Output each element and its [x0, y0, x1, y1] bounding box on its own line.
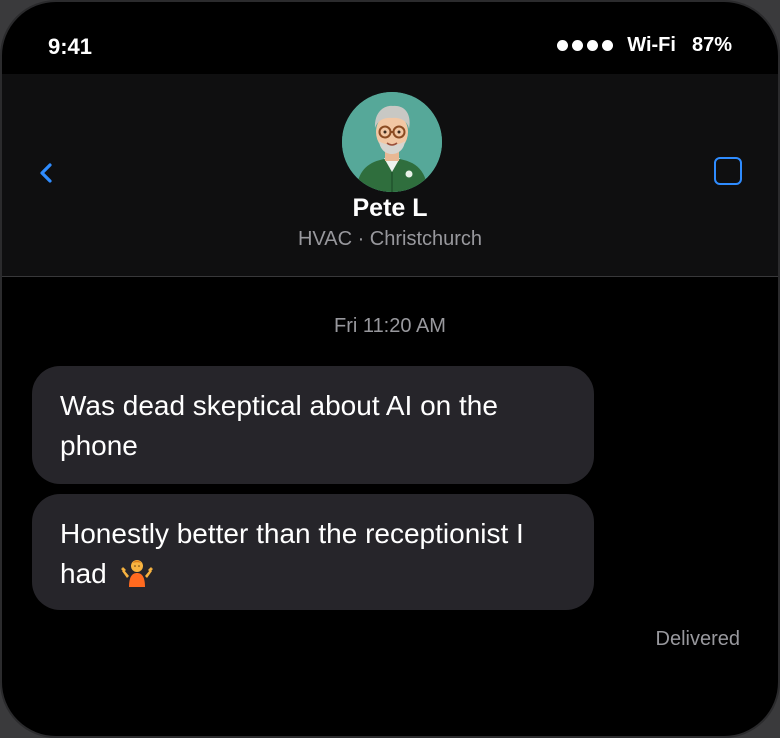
person-shrugging-icon — [120, 560, 153, 587]
contact-name: Pete L — [352, 194, 428, 222]
contact-subtitle: HVAC · Christchurch — [297, 228, 483, 250]
phone-screen: 9:41 Wi-Fi 87% Pete L HVAC · Christchurc… — [0, 0, 780, 738]
status-indicators: Wi-Fi 87% — [557, 34, 732, 57]
status-time: 9:41 — [48, 34, 93, 59]
contact-avatar-icon — [342, 92, 442, 192]
signal-strength-icon — [557, 40, 614, 51]
square-action-button[interactable] — [714, 157, 742, 185]
network-label: Wi-Fi — [627, 34, 676, 56]
message-timestamp: Fri 11:20 AM — [334, 315, 446, 337]
chevron-left-icon — [40, 163, 52, 183]
status-bar: 9:41 Wi-Fi 87% — [2, 2, 778, 74]
message-text: Was dead skeptical about AI on the phone — [60, 390, 498, 461]
delivery-status: Delivered — [655, 628, 740, 650]
message-bubble[interactable]: Honestly better than the receptionist I … — [32, 494, 594, 610]
conversation-header: Pete L HVAC · Christchurch — [2, 74, 778, 277]
avatar[interactable] — [342, 92, 442, 192]
message-bubble[interactable]: Was dead skeptical about AI on the phone — [32, 366, 594, 484]
back-button[interactable] — [34, 156, 58, 190]
battery-percentage: 87% — [691, 34, 732, 56]
